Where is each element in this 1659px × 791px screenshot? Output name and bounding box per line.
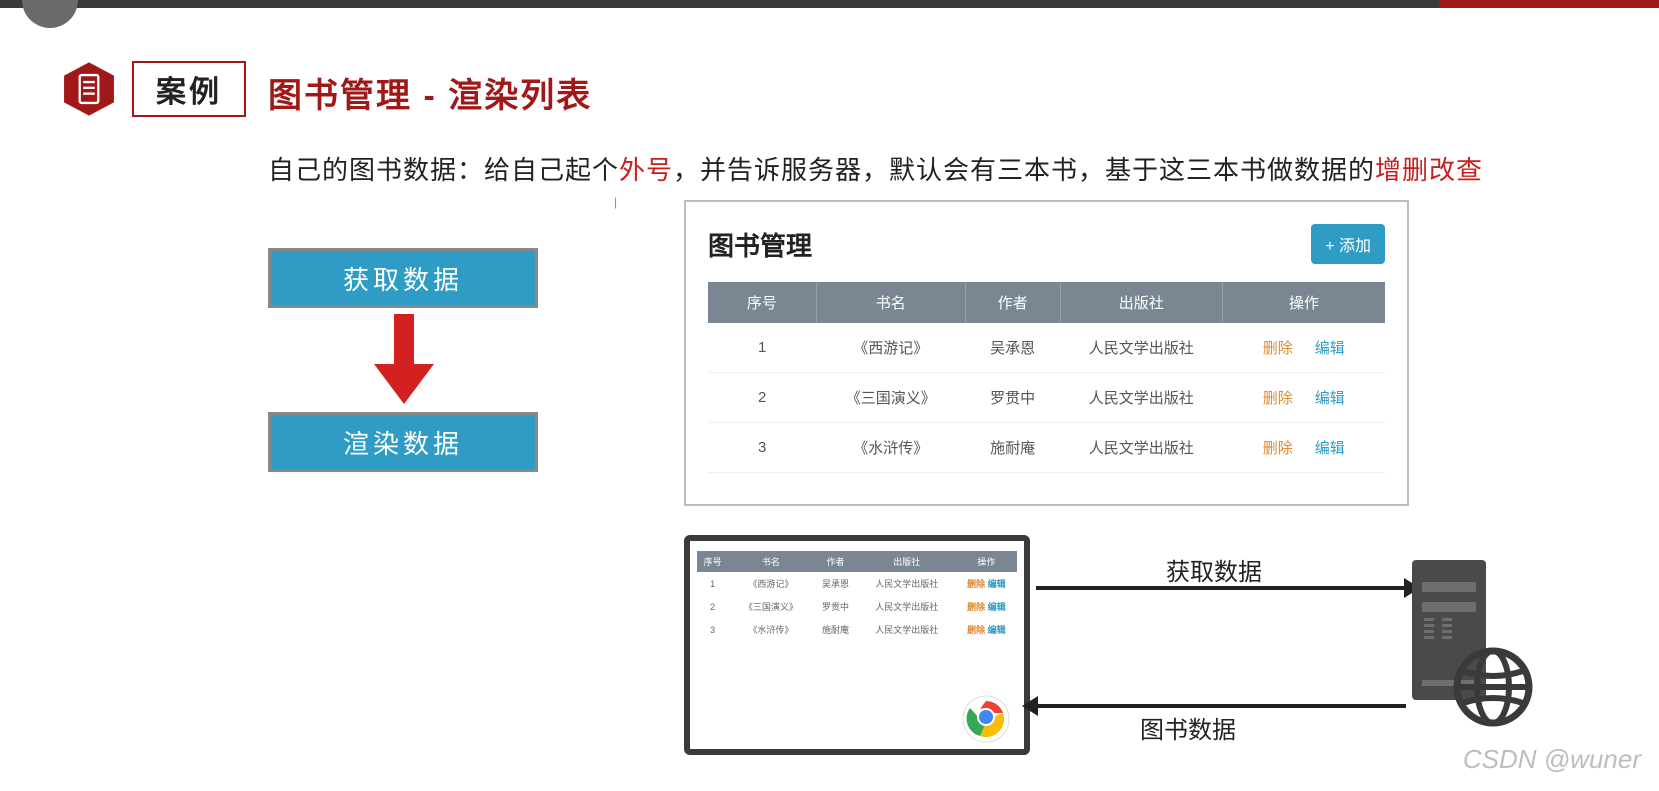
delete-link[interactable]: 删除 — [1263, 440, 1293, 457]
title-bar-accent — [1439, 0, 1659, 8]
title-bar — [0, 0, 1659, 8]
page-title: 图书管理 - 渲染列表 — [268, 68, 592, 117]
description-line: 自己的图书数据：给自己起个外号，并告诉服务器，默认会有三本书，基于这三本书做数据… — [268, 150, 1483, 187]
watermark: CSDN @wuner — [1463, 744, 1641, 775]
edit-link[interactable]: 编辑 — [1315, 440, 1345, 457]
desc-prefix: 自己的图书数据：给自己起个 — [268, 155, 619, 185]
delete-link[interactable]: 删除 — [1263, 340, 1293, 357]
add-button[interactable]: + 添加 — [1311, 224, 1385, 264]
arrow-down-icon — [374, 314, 434, 404]
arrow-label-fetch: 获取数据 — [1166, 552, 1262, 587]
document-hex-icon — [60, 60, 118, 118]
table-row: 3 《水浒传》 施耐庵 人民文学出版社 删除编辑 — [708, 423, 1385, 473]
case-label: 案例 — [132, 61, 246, 117]
flow-step-fetch: 获取数据 — [268, 248, 538, 308]
col-index: 序号 — [708, 282, 816, 323]
table-row: 2 《三国演义》 罗贯中 人民文学出版社 删除编辑 — [708, 373, 1385, 423]
mini-table: 序号 书名 作者 出版社 操作 1《西游记》吴承恩人民文学出版社删除 编辑 2《… — [697, 551, 1018, 641]
list-item: 3《水浒传》施耐庵人民文学出版社删除 编辑 — [697, 618, 1018, 641]
flow-step-render: 渲染数据 — [268, 412, 538, 472]
arrow-label-data: 图书数据 — [1140, 710, 1236, 745]
list-item: 2《三国演义》罗贯中人民文学出版社删除 编辑 — [697, 595, 1018, 618]
col-name: 书名 — [816, 282, 965, 323]
globe-icon — [1452, 646, 1534, 728]
arrow-left-icon — [1036, 704, 1406, 708]
desc-mid: ，并告诉服务器，默认会有三本书，基于这三本书做数据的 — [673, 155, 1375, 185]
list-item: 1《西游记》吴承恩人民文学出版社删除 编辑 — [697, 572, 1018, 595]
col-author: 作者 — [965, 282, 1060, 323]
edit-link[interactable]: 编辑 — [1315, 340, 1345, 357]
book-panel: 图书管理 + 添加 序号 书名 作者 出版社 操作 1 《西游记》 吴承恩 人民… — [684, 200, 1409, 506]
cursor-mark: | — [614, 195, 617, 209]
arrow-right-icon — [1036, 586, 1406, 590]
case-block: 案例 — [60, 60, 246, 118]
col-publisher: 出版社 — [1060, 282, 1222, 323]
title-bar-circle — [22, 0, 78, 28]
edit-link[interactable]: 编辑 — [1315, 390, 1345, 407]
book-panel-title: 图书管理 — [708, 226, 812, 263]
desc-red-2: 增删改查 — [1375, 155, 1483, 185]
browser-mock: 序号 书名 作者 出版社 操作 1《西游记》吴承恩人民文学出版社删除 编辑 2《… — [684, 535, 1030, 755]
delete-link[interactable]: 删除 — [1263, 390, 1293, 407]
book-table: 序号 书名 作者 出版社 操作 1 《西游记》 吴承恩 人民文学出版社 删除编辑… — [708, 282, 1385, 473]
desc-red-1: 外号 — [619, 155, 673, 185]
col-ops: 操作 — [1222, 282, 1385, 323]
chrome-icon — [962, 695, 1010, 743]
table-row: 1 《西游记》 吴承恩 人民文学出版社 删除编辑 — [708, 323, 1385, 373]
